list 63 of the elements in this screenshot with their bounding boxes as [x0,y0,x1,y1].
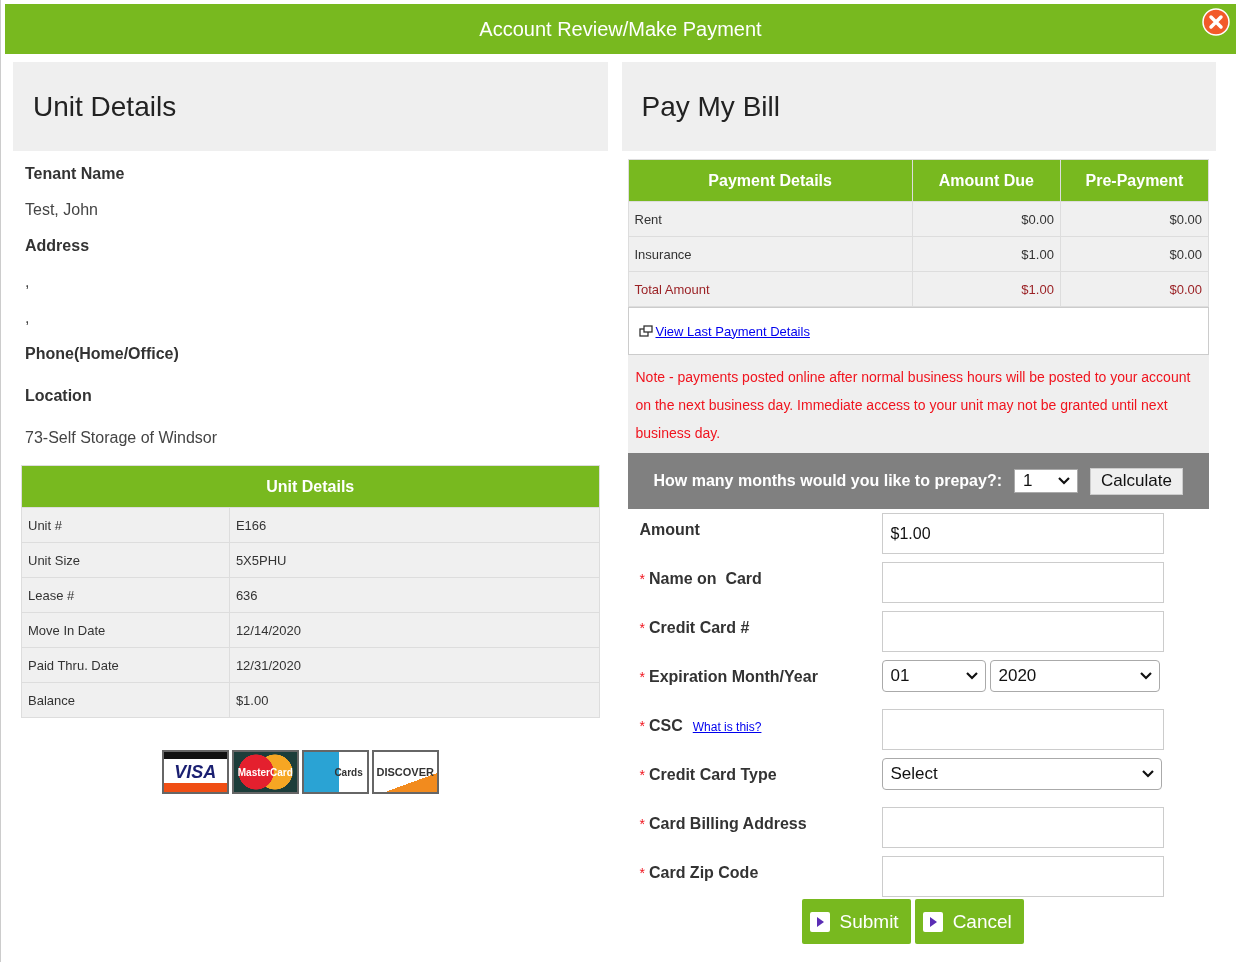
table-cell: $0.00 [1060,236,1209,272]
help-link[interactable]: What is this? [692,720,762,734]
table-cell: Unit Size [21,542,230,578]
table-cell: $1.00 [229,682,599,718]
field-label: Expiration Month/Year [648,668,818,686]
required-marker: * [639,571,645,587]
field-label: Card Billing Address [648,815,807,833]
table-cell: Unit # [21,507,230,543]
prepay-question: How many months would you like to prepay?: [653,472,1002,490]
info-label: Tenant Name [25,165,126,184]
info-label: Phone(Home/Office) [25,345,180,364]
table-cell: 5X5PHU [229,542,599,578]
table-cell: 12/14/2020 [229,612,599,648]
select-field[interactable]: 2020 [989,660,1160,692]
table-cell: $0.00 [912,201,1061,237]
table-cell: 12/31/2020 [229,647,599,683]
table-cell: Paid Thru. Date [21,647,230,683]
panel-title: Pay My Bill [641,90,780,123]
field-label: CSC [648,717,683,735]
table-cell: Balance [21,682,230,718]
required-marker: * [639,669,645,685]
input-field[interactable]: $1.00 [881,513,1164,554]
field-label: Name on Card [648,570,762,588]
table-cell: $1.00 [912,236,1061,272]
table-cell: 636 [229,577,599,613]
field-label: Card Zip Code [648,864,759,882]
required-marker: * [639,865,645,881]
required-marker: * [639,816,645,832]
select-field[interactable]: Select [881,758,1162,790]
table-cell: Insurance [628,236,913,272]
table-header: Unit Details [21,465,599,508]
card-logo: DISCOVER [371,750,439,794]
months-select[interactable]: 1 [1014,469,1078,493]
select-field[interactable]: 01 [881,660,986,692]
note-text: Note - payments posted online after normal business hours will be posted to your account on the next business day. Immediate access to your unit may not be granted until next business day. [627,355,1209,453]
info-value: , [25,309,31,328]
column-header: Pre-Payment [1060,159,1209,202]
card-logo: VISA [161,750,229,794]
table-cell: Rent [628,201,913,237]
info-label: Address [25,237,91,256]
info-value: , [25,273,31,292]
required-marker: * [639,620,645,636]
info-value: Test, John [25,201,99,220]
field-label: Amount [639,521,700,539]
calculate-button[interactable]: Calculate [1090,467,1183,495]
required-marker: * [639,718,645,734]
table-cell: $0.00 [1060,201,1209,237]
required-marker: * [639,767,645,783]
table-cell: E166 [229,507,599,543]
info-label: Location [25,387,93,406]
field-label: Credit Card # [648,619,750,637]
window-title: Account Review/Make Payment [479,17,762,41]
table-cell: $1.00 [912,271,1061,307]
view-payment-link[interactable]: View Last Payment Details [655,323,810,339]
column-header: Payment Details [628,159,913,202]
column-header: Amount Due [912,159,1061,202]
table-cell: $0.00 [1060,271,1209,307]
panel-title: Unit Details [33,90,177,123]
table-cell: Total Amount [628,271,913,307]
table-cell: Move In Date [21,612,230,648]
table-cell: Lease # [21,577,230,613]
field-label: Credit Card Type [648,766,777,784]
info-value: 73-Self Storage of Windsor [25,429,219,448]
